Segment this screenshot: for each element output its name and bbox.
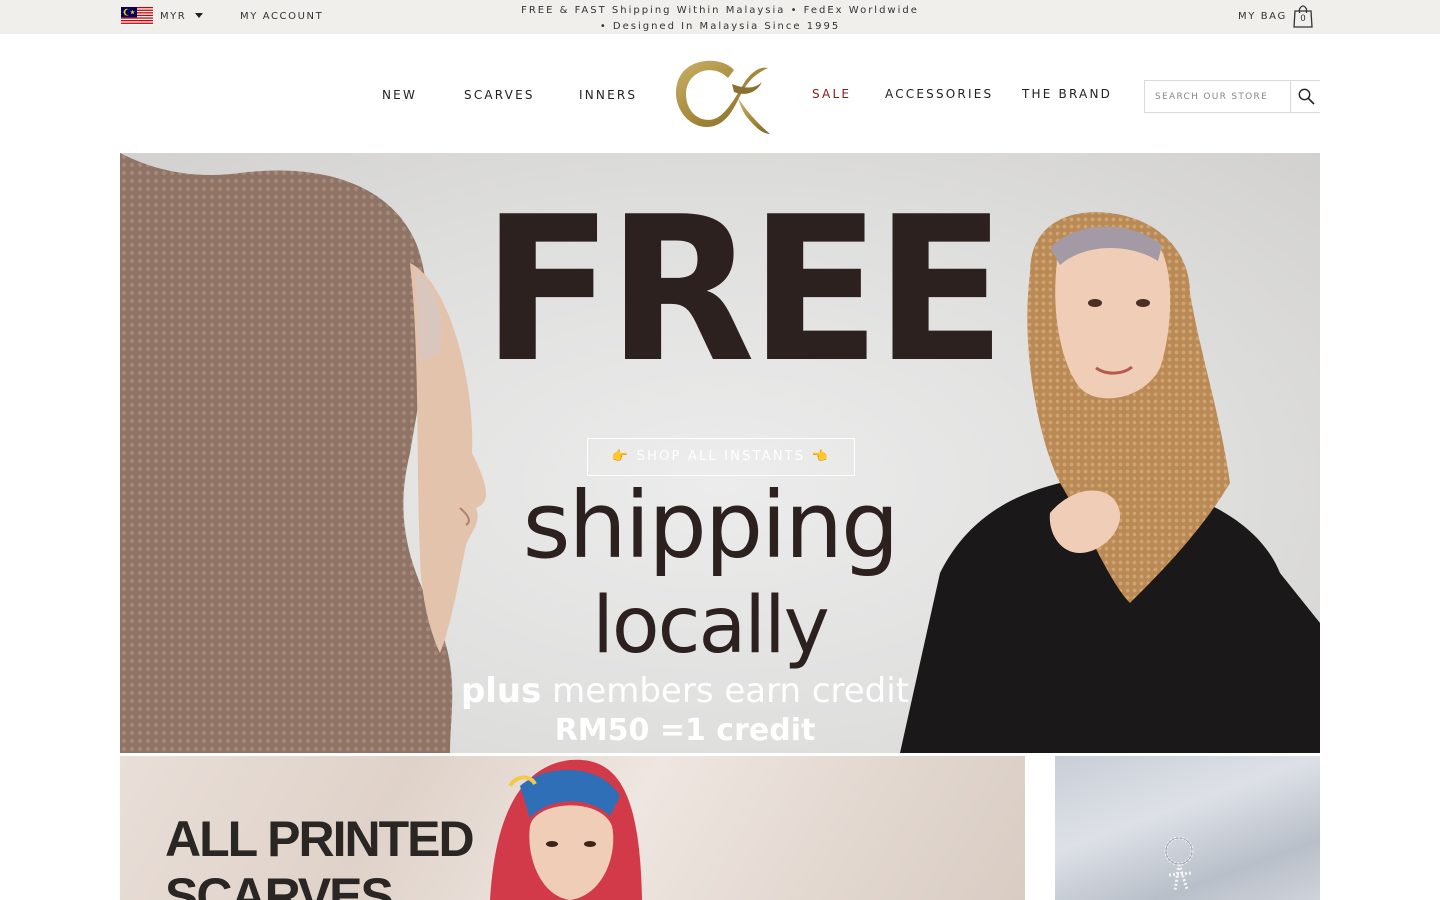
hero-line-locally: locally	[592, 581, 830, 671]
nav-accessories[interactable]: ACCESSORIES	[885, 87, 993, 101]
top-bar: MYR MY ACCOUNT FREE & FAST Shipping With…	[0, 0, 1440, 34]
printed-tile-title-line-1: ALL PRINTED	[165, 811, 475, 867]
hero-banner[interactable]: FREE 👉 SHOP ALL INSTANTS 👈 shipping loca…	[120, 153, 1320, 753]
promo-banner: FREE & FAST Shipping Within Malaysia • F…	[420, 3, 1020, 35]
nav-sale[interactable]: SALE	[812, 87, 851, 101]
accessories-pin-tile[interactable]	[1055, 756, 1320, 900]
my-account-link[interactable]: MY ACCOUNT	[240, 11, 323, 22]
promo-line-2: • Designed In Malaysia Since 1995	[599, 21, 841, 32]
search-input[interactable]	[1145, 81, 1291, 112]
brooch-pin-icon	[1164, 836, 1194, 892]
nav-inners[interactable]: INNERS	[579, 88, 637, 102]
search-form	[1144, 80, 1320, 113]
search-button[interactable]	[1290, 81, 1320, 112]
my-bag-link[interactable]: MY BAG	[1238, 11, 1287, 22]
search-icon	[1298, 88, 1315, 105]
hero-credit-rate: RM50 =1 credit	[554, 713, 816, 748]
promo-line-1: FREE & FAST Shipping Within Malaysia • F…	[521, 5, 919, 16]
hero-members-credit: plus members earn credit	[440, 671, 930, 711]
printed-scarf-model-image	[490, 759, 642, 900]
hero-line-shipping: shipping	[522, 472, 900, 579]
hero-headline: FREE	[482, 174, 1006, 407]
nav-scarves[interactable]: SCARVES	[464, 88, 535, 102]
currency-selector[interactable]: MYR	[160, 11, 186, 22]
nav-new[interactable]: NEW	[382, 88, 417, 102]
nav-the-brand[interactable]: THE BRAND	[1022, 87, 1112, 101]
malaysia-flag-icon[interactable]	[121, 7, 153, 25]
brand-logo[interactable]	[672, 54, 772, 138]
chevron-down-icon[interactable]	[195, 13, 203, 18]
cart-count-badge: 0	[1300, 13, 1306, 23]
hero-plus-word: plus	[460, 671, 542, 711]
printed-tile-title-line-2: SCARVES	[165, 868, 394, 900]
hero-members-text: members earn credit	[541, 671, 910, 711]
printed-scarves-tile[interactable]: ALL PRINTED SCARVES	[120, 756, 1025, 900]
